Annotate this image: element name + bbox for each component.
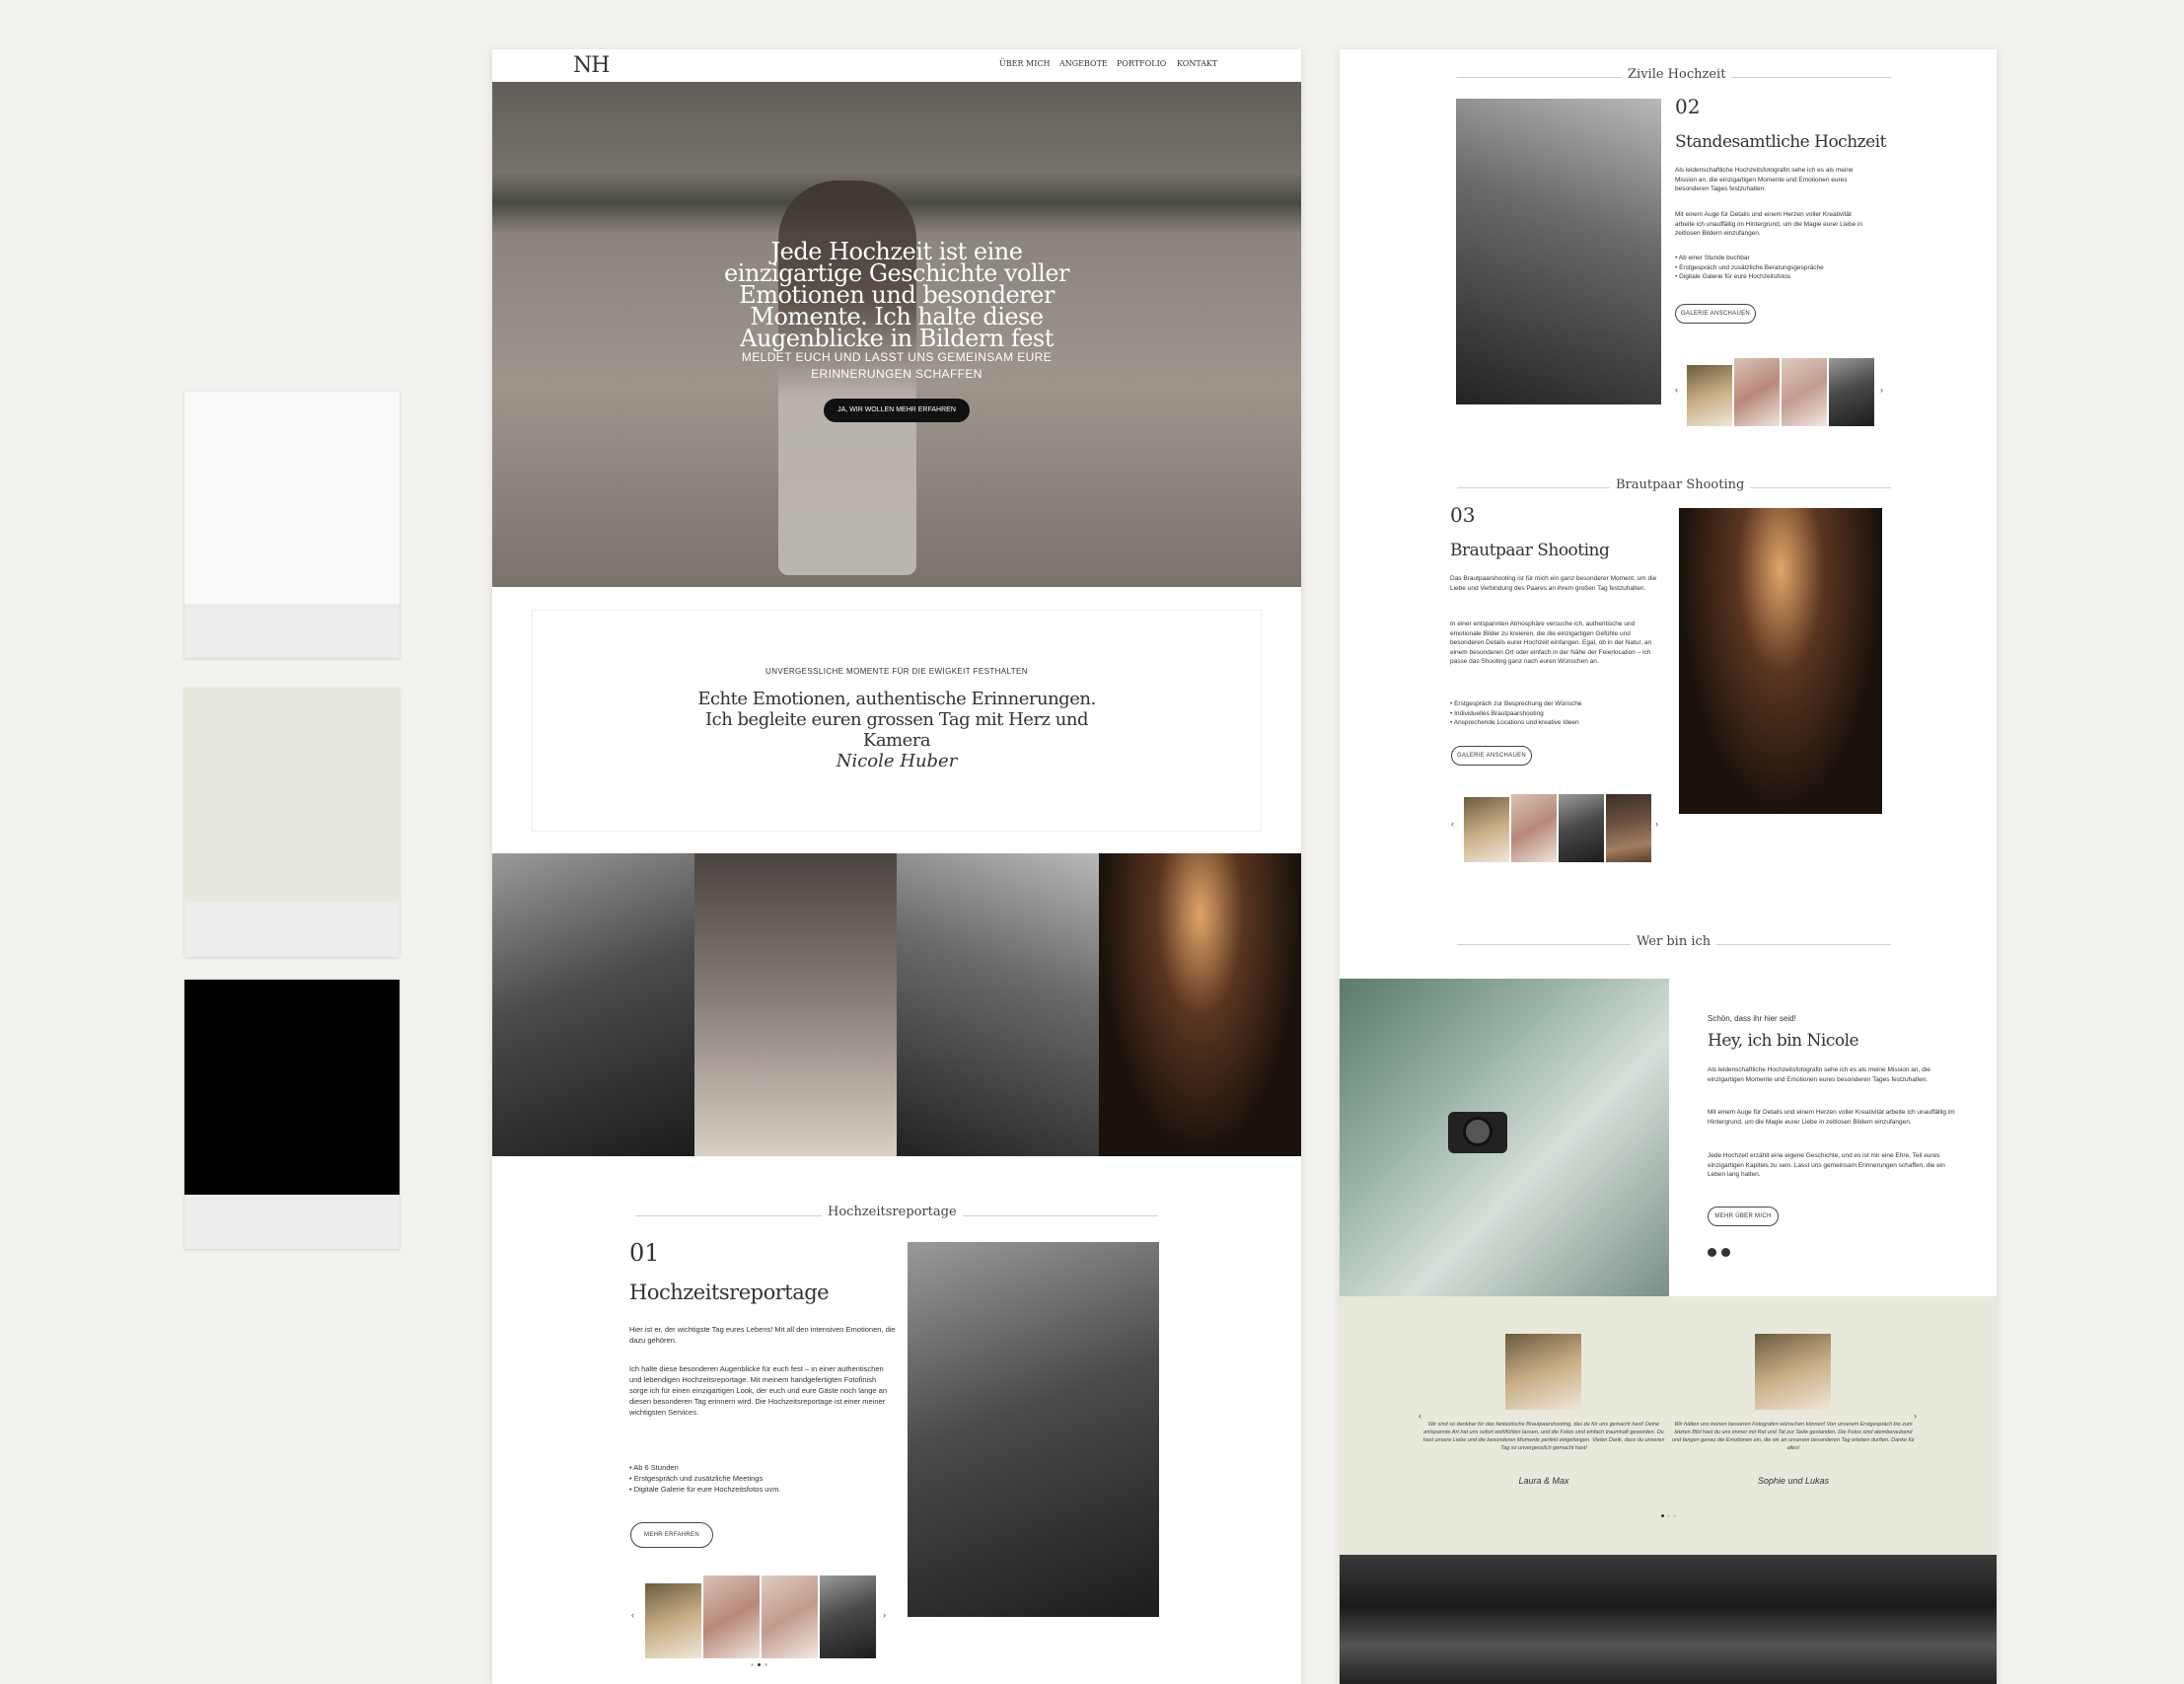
carousel-dot[interactable]	[758, 1663, 761, 1666]
photographer-image	[1340, 979, 1669, 1296]
carousel-thumb[interactable]	[645, 1583, 701, 1658]
carousel-next-arrow[interactable]: ›	[883, 1610, 886, 1620]
testimonial-dot[interactable]	[1667, 1514, 1670, 1517]
section-title-zivile-hochzeit: Zivile Hochzeit	[1622, 67, 1732, 82]
section-bullets: • Ab einer Stunde buchbar • Erstgespräch…	[1675, 254, 1872, 282]
carousel-thumb[interactable]	[762, 1575, 818, 1658]
section-paragraph-1: Hier ist er, der wichtigste Tag eures Le…	[629, 1325, 896, 1345]
section-paragraph-2: In einer entspannten Atmosphäre versuche…	[1450, 621, 1652, 665]
testimonial-quote: Wir hätten uns keinen besseren Fotografe…	[1672, 1422, 1915, 1451]
bullet-item: • Digitale Galerie für eure Hochzeitsfot…	[629, 1485, 781, 1494]
section-title-hochzeitsreportage: Hochzeitsreportage	[822, 1205, 963, 1219]
carousel-next-arrow[interactable]: ›	[1655, 819, 1658, 829]
testimonial-dot[interactable]	[1673, 1514, 1676, 1517]
testimonial-next-arrow[interactable]: ›	[1914, 1411, 1917, 1421]
gallery-image-car[interactable]	[897, 853, 1099, 1156]
color-swatch-beige	[184, 688, 400, 957]
bullet-item: • Erstgespräch zur Besprechung der Wünsc…	[1450, 700, 1582, 707]
car-image	[1456, 99, 1661, 404]
carousel-next-arrow[interactable]: ›	[1880, 385, 1883, 395]
nav-ueber-mich[interactable]: ÜBER MICH	[999, 59, 1050, 68]
carousel-thumb[interactable]	[1606, 794, 1651, 862]
section-title-wer-bin-ich: Wer bin ich	[1631, 934, 1717, 949]
hero-headline: Jede Hochzeit ist eine einzigartige Gesc…	[724, 238, 1070, 352]
gallery-image-bride-veil[interactable]	[492, 853, 694, 1156]
about-kicker: Schön, dass ihr hier seid!	[1708, 1014, 1796, 1023]
bullet-item: • Ab 6 Stunden	[629, 1463, 679, 1472]
about-paragraph-1: Als leidenschaftliche Hochzeitsfotografi…	[1708, 1066, 1930, 1083]
carousel-thumb[interactable]	[1559, 794, 1604, 862]
section-paragraph-1: Als leidenschaftliche Hochzeitsfotografi…	[1675, 167, 1854, 192]
signature: Nicole Huber	[836, 751, 958, 771]
hero-subheadline: MELDET EUCH UND LASST UNS GEMEINSAM EURE…	[741, 350, 1053, 381]
section-number: 03	[1450, 503, 1476, 527]
section-heading: Standesamtliche Hochzeit	[1675, 132, 1886, 152]
section-number: 02	[1675, 95, 1701, 118]
carousel-thumb[interactable]	[703, 1575, 760, 1658]
mehr-erfahren-button[interactable]: MEHR ERFAHREN	[630, 1522, 713, 1548]
gallery-image-bride-stairs[interactable]	[694, 853, 897, 1156]
carousel-dot[interactable]	[751, 1663, 754, 1666]
about-paragraph-3: Jede Hochzeit erzählt eine eigene Geschi…	[1708, 1152, 1945, 1178]
section-title-brautpaar-shooting: Brautpaar Shooting	[1610, 477, 1751, 492]
section-bullets: • Erstgespräch zur Besprechung der Wünsc…	[1450, 699, 1662, 728]
section-heading: Hochzeitsreportage	[629, 1281, 830, 1304]
hero-cta-button[interactable]: JA, WIR WOLLEN MEHR ERFAHREN	[824, 399, 970, 422]
section-main-image	[908, 1242, 1159, 1617]
section-number: 01	[629, 1239, 660, 1267]
nav-angebote[interactable]: ANGEBOTE	[1059, 59, 1108, 68]
section-heading: Brautpaar Shooting	[1450, 541, 1610, 560]
section-bullets: • Ab 6 Stunden • Erstgespräch und zusätz…	[629, 1462, 896, 1495]
couple-night-image	[1679, 508, 1882, 814]
testimonial-name: Sophie und Lukas	[1757, 1476, 1830, 1486]
carousel-prev-arrow[interactable]: ‹	[631, 1610, 634, 1620]
nav-kontakt[interactable]: KONTAKT	[1177, 59, 1217, 68]
footer-car-image	[1340, 1555, 1997, 1684]
testimonial-quote: Wir sind so dankbar für das fantastische…	[1422, 1422, 1665, 1451]
testimonial-name: Laura & Max	[1518, 1476, 1569, 1486]
carousel-thumb[interactable]	[1511, 794, 1557, 862]
services-page-mockup: Zivile Hochzeit 02 Standesamtliche Hochz…	[1340, 49, 1997, 1684]
carousel-thumb[interactable]	[1734, 358, 1780, 426]
bullet-item: • Ansprechende Locations und kreative Id…	[1450, 719, 1579, 726]
carousel-thumb[interactable]	[820, 1575, 876, 1658]
testimonial-photo	[1505, 1334, 1581, 1410]
gallery-image-couple-lights[interactable]	[1099, 853, 1301, 1156]
bullet-item: • Ab einer Stunde buchbar	[1675, 255, 1750, 261]
color-swatch-white	[184, 392, 400, 658]
galerie-button[interactable]: GALERIE ANSCHAUEN	[1675, 304, 1756, 324]
color-swatch-black	[184, 980, 400, 1249]
homepage-mockup: N H ÜBER MICH ANGEBOTE PORTFOLIO KONTAKT…	[492, 49, 1301, 1684]
social-icon[interactable]	[1708, 1248, 1716, 1257]
section-paragraph-2: Mit einem Auge für Details und einem Her…	[1675, 211, 1862, 237]
about-heading: Hey, ich bin Nicole	[1708, 1031, 1859, 1051]
carousel-thumb[interactable]	[1464, 797, 1509, 862]
section-paragraph-2: Ich halte diese besonderen Augenblicke f…	[629, 1364, 888, 1417]
social-icon[interactable]	[1721, 1248, 1730, 1257]
bullet-item: • Erstgespräch und zusätzliche Meetings	[629, 1474, 764, 1483]
intro-kicker: UNVERGESSLICHE MOMENTE FÜR DIE EWIGKEIT …	[765, 667, 1028, 676]
intro-title: Echte Emotionen, authentische Erinnerung…	[697, 689, 1096, 751]
carousel-prev-arrow[interactable]: ‹	[1675, 385, 1678, 395]
testimonial-photo	[1755, 1334, 1831, 1410]
nav-portfolio[interactable]: PORTFOLIO	[1117, 59, 1166, 68]
carousel-thumb[interactable]	[1687, 365, 1732, 426]
bullet-item: • Erstgespräch und zusätzliche Beratungs…	[1675, 263, 1824, 271]
bullet-item: • Digitale Galerie für eure Hochzeitsfot…	[1675, 273, 1791, 280]
logo[interactable]: N H	[573, 53, 610, 78]
carousel-dot[interactable]	[764, 1663, 767, 1666]
mehr-ueber-mich-button[interactable]: MEHR ÜBER MICH	[1708, 1207, 1779, 1226]
testimonial-prev-arrow[interactable]: ‹	[1419, 1411, 1421, 1421]
galerie-button[interactable]: GALERIE ANSCHAUEN	[1451, 746, 1532, 766]
about-paragraph-2: Mit einem Auge für Details und einem Her…	[1708, 1109, 1955, 1126]
carousel-prev-arrow[interactable]: ‹	[1451, 819, 1454, 829]
carousel-thumb[interactable]	[1829, 358, 1874, 426]
carousel-thumb[interactable]	[1782, 358, 1827, 426]
section-paragraph-1: Das Brautpaarshooting ist für mich ein g…	[1450, 575, 1657, 592]
testimonial-dot[interactable]	[1661, 1514, 1664, 1517]
bullet-item: • Individuelles Brautpaarshooting	[1450, 709, 1544, 717]
